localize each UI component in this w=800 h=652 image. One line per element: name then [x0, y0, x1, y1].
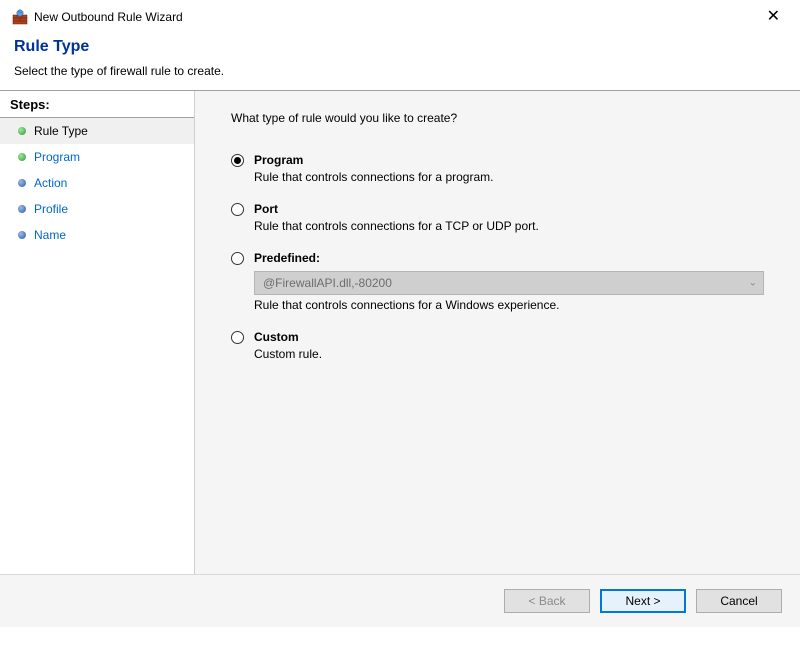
step-rule-type[interactable]: Rule Type	[0, 118, 194, 144]
radio-custom[interactable]	[231, 331, 244, 344]
chevron-down-icon: ⌄	[749, 278, 757, 289]
option-predefined-head[interactable]: Predefined:	[231, 251, 780, 265]
predefined-value: @FirewallAPI.dll,-80200	[263, 276, 392, 290]
wizard-footer: < Back Next > Cancel	[0, 574, 800, 627]
option-port-head[interactable]: Port	[231, 202, 780, 216]
radio-program[interactable]	[231, 154, 244, 167]
bullet-icon	[18, 127, 26, 135]
option-custom: Custom Custom rule.	[231, 330, 780, 361]
predefined-dropdown: @FirewallAPI.dll,-80200 ⌄	[254, 271, 764, 295]
option-program-head[interactable]: Program	[231, 153, 780, 167]
page-title: Rule Type	[14, 38, 786, 56]
bullet-icon	[18, 179, 26, 187]
next-button[interactable]: Next >	[600, 589, 686, 613]
option-predefined-label: Predefined:	[254, 251, 320, 265]
option-predefined-desc: Rule that controls connections for a Win…	[254, 298, 780, 312]
page-subtitle: Select the type of firewall rule to crea…	[14, 64, 786, 78]
bullet-icon	[18, 231, 26, 239]
option-port: Port Rule that controls connections for …	[231, 202, 780, 233]
wizard-content: What type of rule would you like to crea…	[195, 91, 800, 574]
window-title: New Outbound Rule Wizard	[34, 10, 183, 24]
option-custom-head[interactable]: Custom	[231, 330, 780, 344]
step-label: Name	[34, 228, 66, 242]
wizard-body: Steps: Rule Type Program Action Profile …	[0, 91, 800, 574]
option-port-desc: Rule that controls connections for a TCP…	[254, 219, 780, 233]
content-question: What type of rule would you like to crea…	[231, 111, 780, 125]
option-program: Program Rule that controls connections f…	[231, 153, 780, 184]
option-program-desc: Rule that controls connections for a pro…	[254, 170, 780, 184]
steps-sidebar: Steps: Rule Type Program Action Profile …	[0, 91, 195, 574]
option-predefined: Predefined: @FirewallAPI.dll,-80200 ⌄ Ru…	[231, 251, 780, 312]
radio-port[interactable]	[231, 203, 244, 216]
wizard-header: Rule Type Select the type of firewall ru…	[0, 30, 800, 90]
option-custom-label: Custom	[254, 330, 299, 344]
step-profile[interactable]: Profile	[0, 196, 194, 222]
step-label: Action	[34, 176, 67, 190]
step-program[interactable]: Program	[0, 144, 194, 170]
step-label: Rule Type	[34, 124, 88, 138]
steps-list: Rule Type Program Action Profile Name	[0, 118, 194, 248]
step-label: Program	[34, 150, 80, 164]
steps-heading: Steps:	[0, 91, 194, 118]
option-custom-desc: Custom rule.	[254, 347, 780, 361]
bullet-icon	[18, 153, 26, 161]
step-action[interactable]: Action	[0, 170, 194, 196]
title-bar: New Outbound Rule Wizard ✕	[0, 0, 800, 30]
option-port-label: Port	[254, 202, 278, 216]
bullet-icon	[18, 205, 26, 213]
step-name[interactable]: Name	[0, 222, 194, 248]
option-program-label: Program	[254, 153, 303, 167]
firewall-icon	[12, 9, 28, 25]
step-label: Profile	[34, 202, 68, 216]
back-button: < Back	[504, 589, 590, 613]
close-icon[interactable]: ✕	[759, 9, 788, 25]
title-bar-left: New Outbound Rule Wizard	[12, 9, 183, 25]
cancel-button[interactable]: Cancel	[696, 589, 782, 613]
radio-predefined[interactable]	[231, 252, 244, 265]
